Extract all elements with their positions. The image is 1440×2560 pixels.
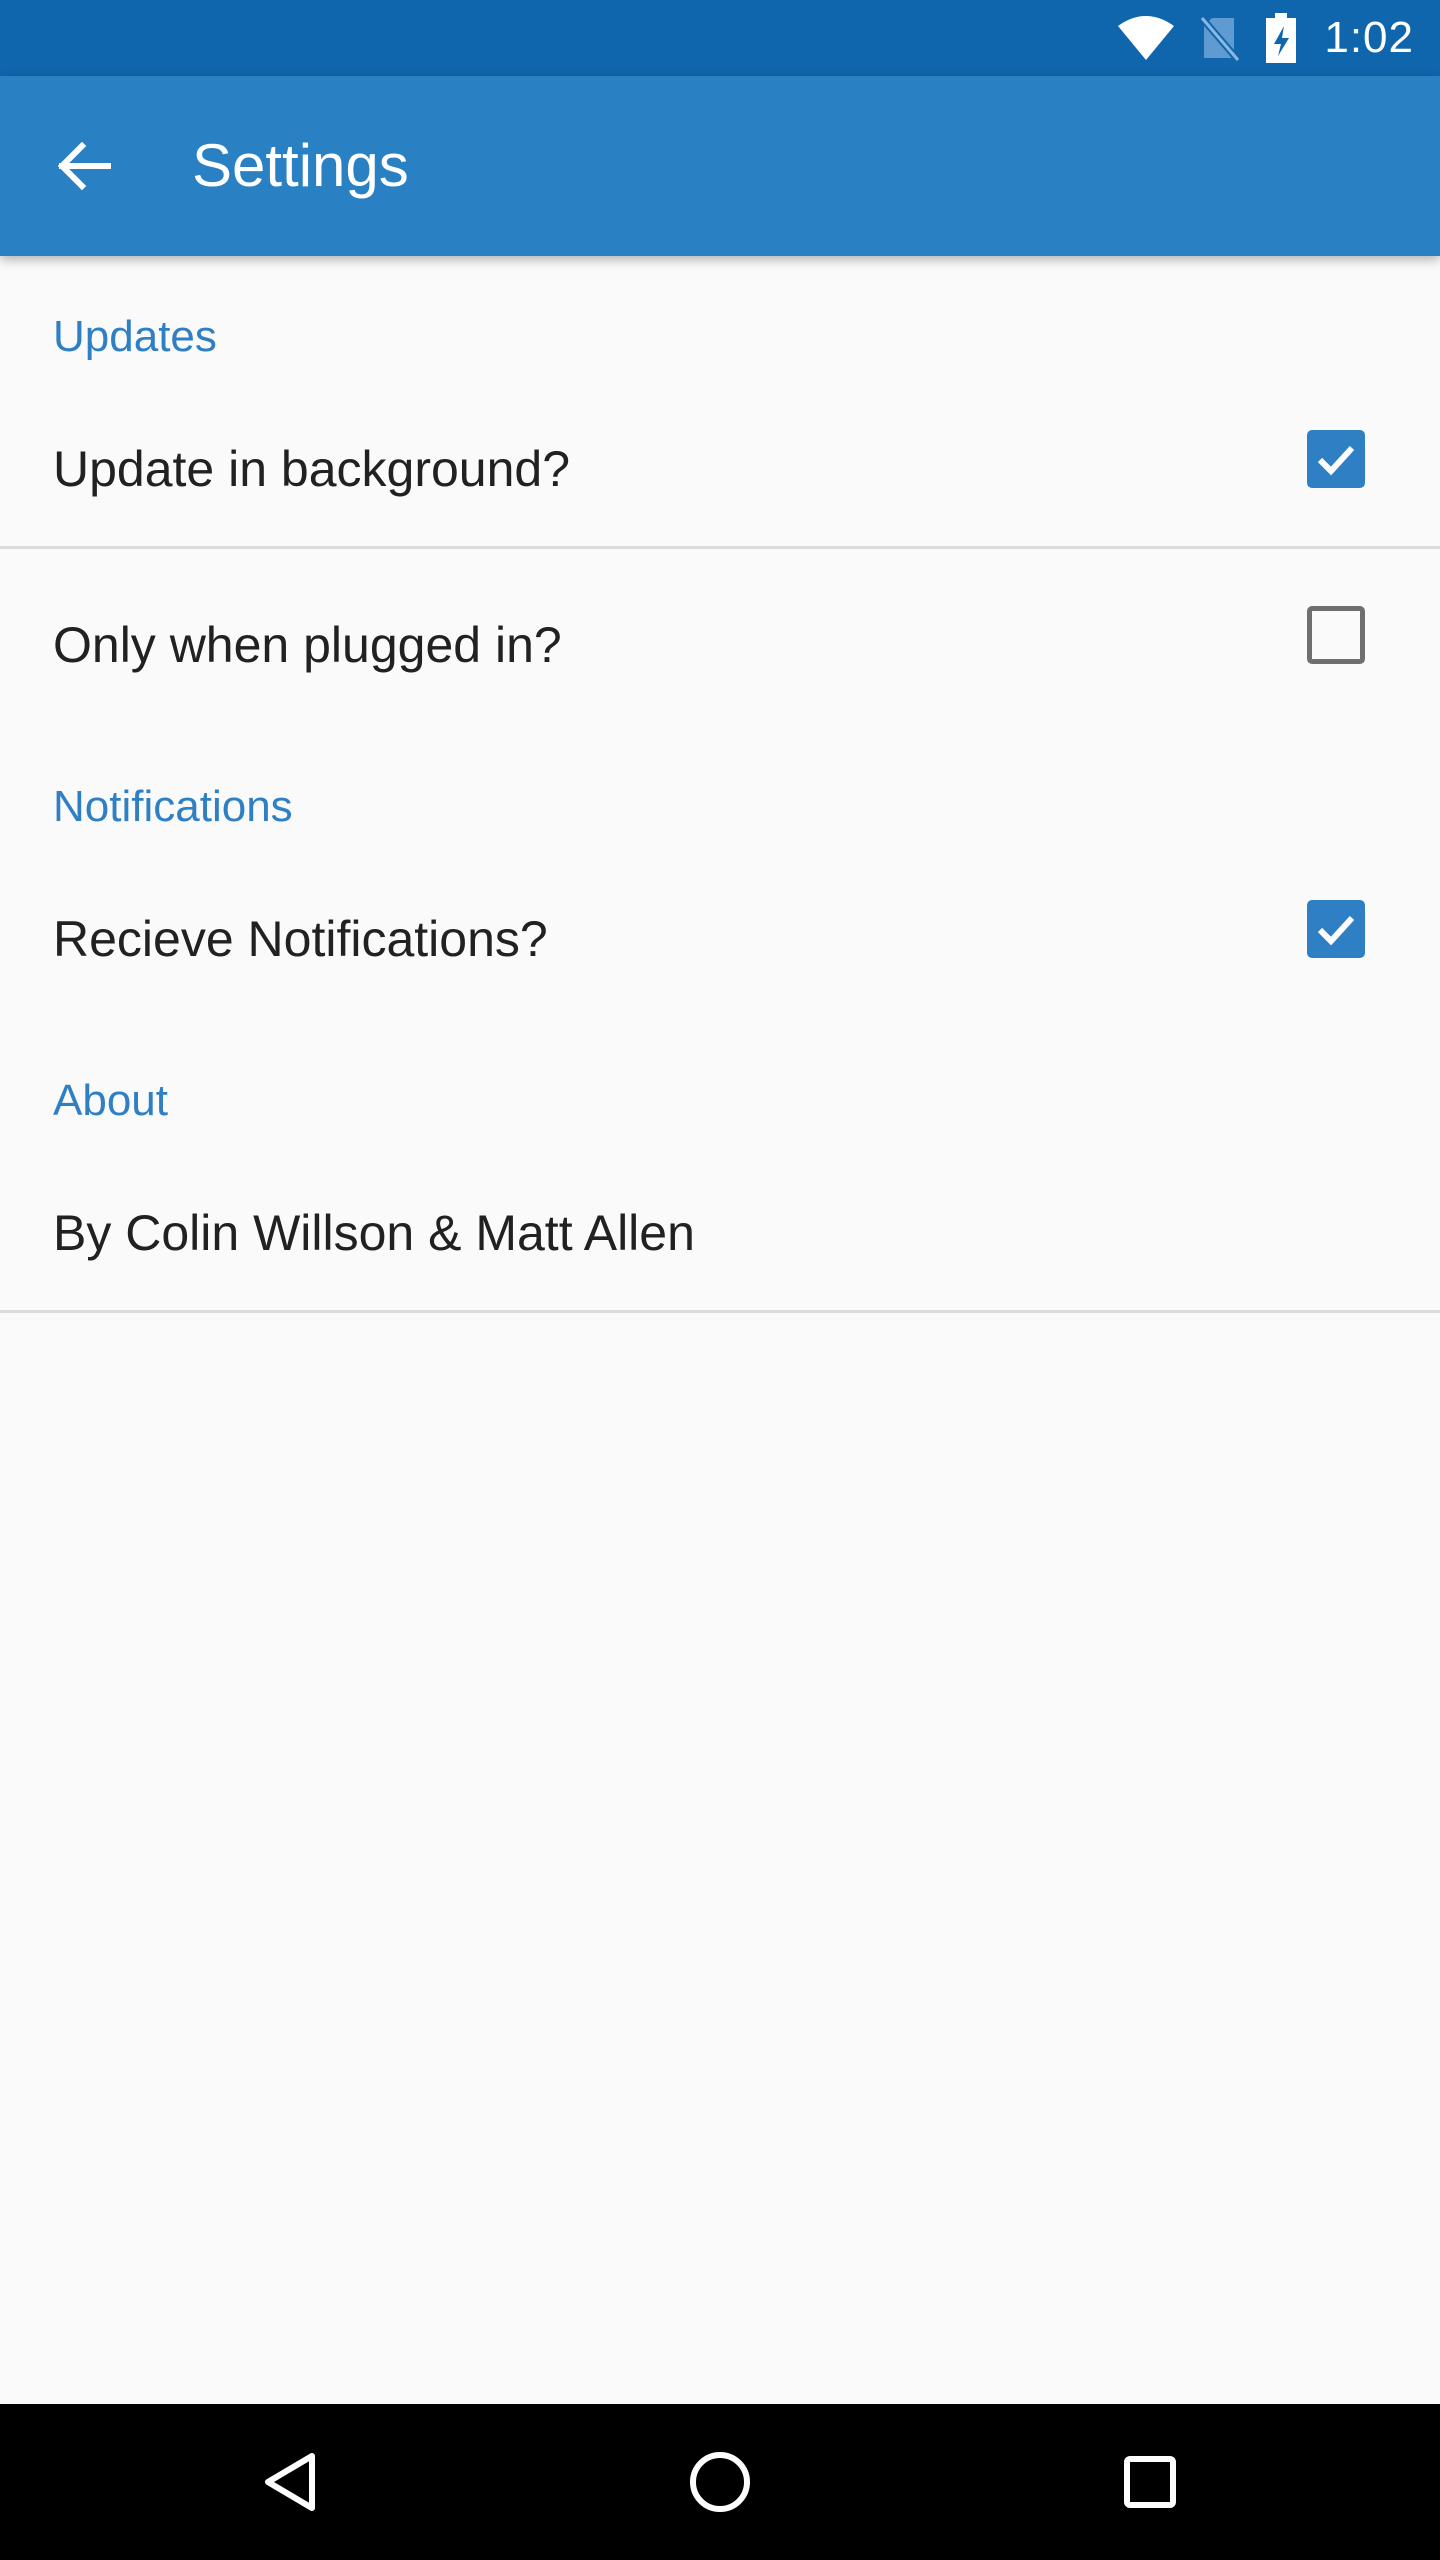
divider — [0, 546, 1440, 549]
receive-notifications-checkbox[interactable] — [1307, 900, 1365, 958]
navigation-bar — [0, 2404, 1440, 2560]
checkmark-icon — [1314, 907, 1358, 951]
pref-about-credits[interactable]: By Colin Willson & Matt Allen — [0, 1180, 1440, 1300]
no-sim-icon — [1198, 14, 1242, 62]
update-in-background-checkbox[interactable] — [1307, 430, 1365, 488]
back-triangle-icon — [260, 2450, 320, 2514]
only-when-plugged-in-checkbox[interactable] — [1307, 606, 1365, 664]
checkmark-icon — [1314, 437, 1358, 481]
pref-receive-notifications[interactable]: Recieve Notifications? — [0, 886, 1440, 1006]
arrow-back-icon — [56, 138, 112, 194]
pref-only-when-plugged-in[interactable]: Only when plugged in? — [0, 592, 1440, 712]
category-header-updates: Updates — [53, 312, 217, 361]
pref-label: Only when plugged in? — [53, 617, 562, 673]
nav-back-button[interactable] — [210, 2404, 370, 2560]
nav-recents-button[interactable] — [1070, 2404, 1230, 2560]
nav-home-button[interactable] — [640, 2404, 800, 2560]
back-button[interactable] — [40, 122, 128, 210]
battery-charging-icon — [1264, 12, 1298, 64]
page-title: Settings — [192, 132, 409, 199]
app-bar: Settings — [0, 76, 1440, 256]
pref-label: Update in background? — [53, 441, 571, 497]
category-header-about: About — [53, 1076, 168, 1125]
wifi-icon — [1116, 14, 1176, 62]
recents-square-icon — [1122, 2454, 1178, 2510]
status-bar: 1:02 — [0, 0, 1440, 76]
divider — [0, 1310, 1440, 1313]
status-icons: 1:02 — [1116, 0, 1414, 76]
credits-text: By Colin Willson & Matt Allen — [53, 1205, 695, 1261]
status-time: 1:02 — [1324, 13, 1414, 62]
pref-label: Recieve Notifications? — [53, 911, 548, 967]
pref-update-in-background[interactable]: Update in background? — [0, 416, 1440, 536]
home-circle-icon — [688, 2450, 752, 2514]
category-header-notifications: Notifications — [53, 782, 293, 831]
